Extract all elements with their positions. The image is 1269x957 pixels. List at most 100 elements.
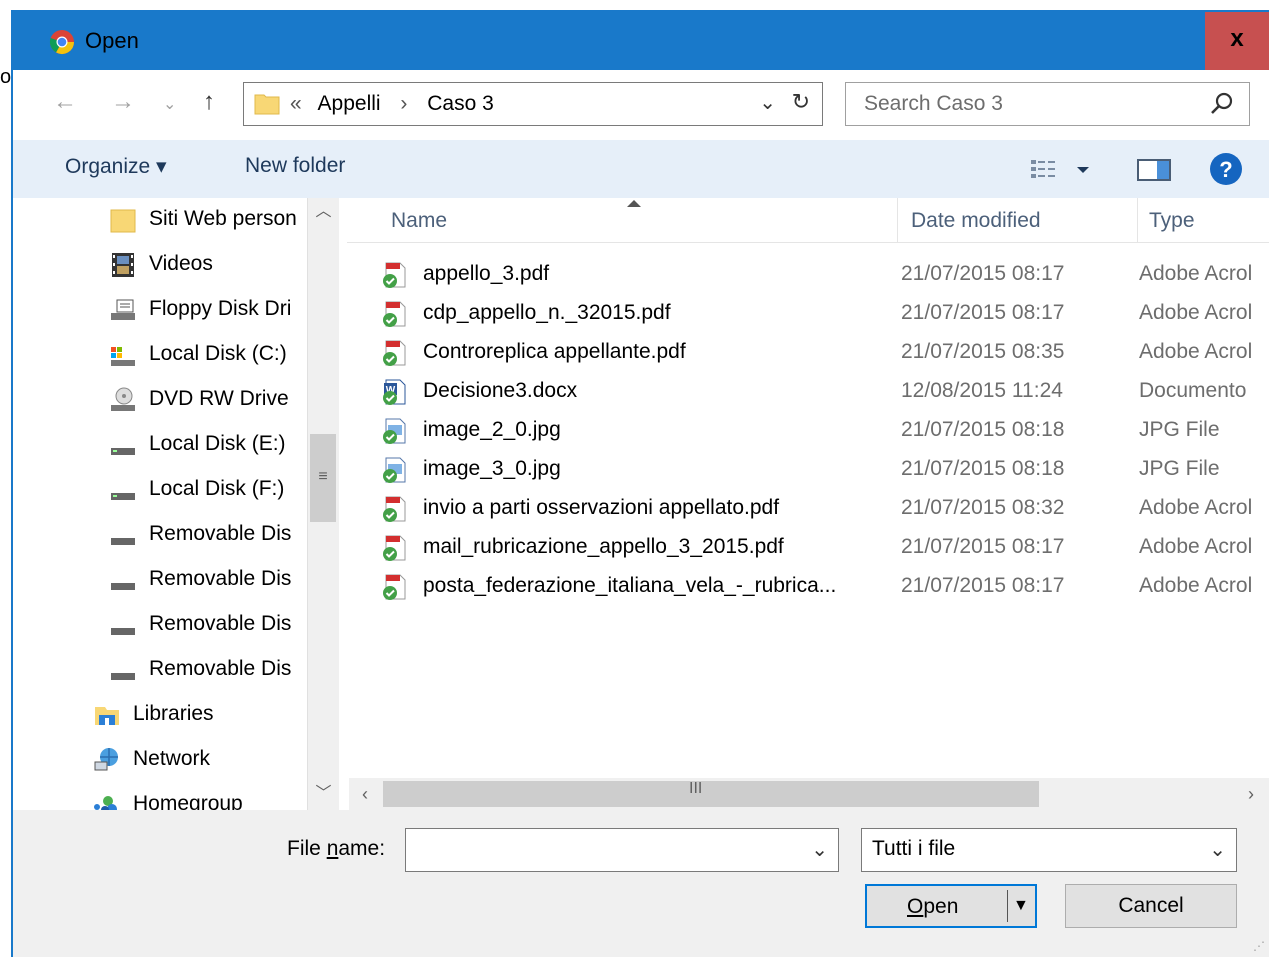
breadcrumb-separator[interactable]: › xyxy=(400,92,407,115)
file-name-label-accelerator: n xyxy=(326,837,339,860)
file-date: 21/07/2015 08:18 xyxy=(901,457,1065,480)
preview-pane-icon[interactable] xyxy=(1137,158,1171,182)
scrollbar-grip-icon: ≡ xyxy=(318,468,328,485)
file-name: image_3_0.jpg xyxy=(423,457,561,480)
drive-icon xyxy=(111,448,135,455)
forward-arrow-icon[interactable]: → xyxy=(111,88,135,116)
file-type-dropdown-icon[interactable]: ⌄ xyxy=(1209,837,1226,862)
file-name: mail_rubricazione_appello_3_2015.pdf xyxy=(423,535,784,558)
file-date: 21/07/2015 08:17 xyxy=(901,574,1065,597)
file-date: 21/07/2015 08:17 xyxy=(901,262,1065,285)
file-list-horizontal-scrollbar[interactable]: ‹ III › xyxy=(349,778,1269,810)
file-row[interactable]: image_2_0.jpg 21/07/2015 08:18 JPG File xyxy=(339,411,1269,450)
refresh-icon[interactable]: ↻ xyxy=(792,89,810,115)
file-type: Documento xyxy=(1139,379,1247,402)
nav-item-label: Removable Dis xyxy=(149,522,292,545)
nav-item-label: DVD RW Drive xyxy=(149,387,289,410)
cancel-button[interactable]: Cancel xyxy=(1065,884,1237,928)
file-row[interactable]: image_3_0.jpg 21/07/2015 08:18 JPG File xyxy=(339,450,1269,489)
image-file-icon xyxy=(383,457,406,483)
local-disk-c-icon xyxy=(111,347,135,366)
column-divider[interactable] xyxy=(1137,198,1138,242)
horizontal-scrollbar-thumb[interactable] xyxy=(383,781,1039,807)
view-options-icon[interactable] xyxy=(1029,158,1089,182)
address-row: ← → ⌄ ↑ « Appelli › Caso 3 ⌄ ↻ Search Ca… xyxy=(13,70,1269,140)
file-row[interactable]: mail_rubricazione_appello_3_2015.pdf 21/… xyxy=(339,528,1269,567)
close-button[interactable]: x xyxy=(1205,12,1269,70)
breadcrumb-overflow[interactable]: « xyxy=(290,92,302,115)
column-name[interactable]: Name xyxy=(391,209,447,233)
nav-item-label: Floppy Disk Dri xyxy=(149,297,292,320)
chrome-icon xyxy=(49,30,74,55)
nav-item-label: Siti Web person xyxy=(149,207,297,230)
file-row[interactable]: cdp_appello_n._32015.pdf 21/07/2015 08:1… xyxy=(339,294,1269,333)
removable-drive-icon xyxy=(111,538,135,545)
up-arrow-icon[interactable]: ↑ xyxy=(203,88,215,116)
file-name: appello_3.pdf xyxy=(423,262,550,285)
pdf-file-icon xyxy=(383,262,406,288)
scroll-left-icon[interactable]: ‹ xyxy=(351,780,379,808)
file-date: 21/07/2015 08:17 xyxy=(901,535,1065,558)
file-name: invio a parti osservazioni appellato.pdf xyxy=(423,496,780,519)
file-name: Decisione3.docx xyxy=(423,379,578,402)
search-placeholder: Search Caso 3 xyxy=(864,92,1003,115)
open-button[interactable]: Open ▼ xyxy=(865,884,1037,928)
file-date: 21/07/2015 08:32 xyxy=(901,496,1065,519)
nav-item-label: Local Disk (E:) xyxy=(149,432,286,455)
videos-icon xyxy=(112,253,134,277)
breadcrumb-caso-3[interactable]: Caso 3 xyxy=(427,92,494,115)
address-bar[interactable]: « Appelli › Caso 3 ⌄ ↻ xyxy=(243,82,823,126)
column-type[interactable]: Type xyxy=(1149,209,1195,233)
search-box[interactable]: Search Caso 3 xyxy=(845,82,1250,126)
scroll-right-icon[interactable]: › xyxy=(1237,780,1265,808)
file-type: Adobe Acrol xyxy=(1139,301,1253,324)
resize-grip-icon[interactable]: ⋰ xyxy=(1253,939,1265,953)
nav-item-label: Local Disk (C:) xyxy=(149,342,287,365)
file-type: Adobe Acrol xyxy=(1139,574,1253,597)
file-name: cdp_appello_n._32015.pdf xyxy=(423,301,671,324)
file-row[interactable]: posta_federazione_italiana_vela_-_rubric… xyxy=(339,567,1269,606)
scroll-down-icon[interactable]: ﹀ xyxy=(308,780,339,808)
file-name-dropdown-icon[interactable]: ⌄ xyxy=(811,837,828,862)
open-options-dropdown-icon[interactable]: ▼ xyxy=(1013,885,1029,927)
new-folder-button[interactable]: New folder xyxy=(245,154,345,178)
removable-drive-icon xyxy=(111,583,135,590)
network-icon xyxy=(94,748,118,771)
file-row[interactable]: invio a parti osservazioni appellato.pdf… xyxy=(339,489,1269,528)
breadcrumb-appelli[interactable]: Appelli xyxy=(318,92,381,115)
pdf-file-icon xyxy=(383,340,406,366)
floppy-icon xyxy=(111,299,135,320)
pdf-file-icon xyxy=(383,496,406,522)
file-row[interactable]: Controreplica appellante.pdf 21/07/2015 … xyxy=(339,333,1269,372)
image-file-icon xyxy=(383,418,406,444)
file-type: JPG File xyxy=(1139,457,1220,480)
title-bar: Open x xyxy=(13,12,1269,70)
file-name-input[interactable]: ⌄ xyxy=(405,828,839,872)
address-dropdown-icon[interactable]: ⌄ xyxy=(759,90,776,115)
file-date: 21/07/2015 08:35 xyxy=(901,340,1065,363)
navigation-scrollbar[interactable]: ︿ ≡ ﹀ xyxy=(307,198,339,810)
open-label-rest: pen xyxy=(923,895,959,918)
recent-locations-chevron-icon[interactable]: ⌄ xyxy=(163,94,176,114)
file-type: Adobe Acrol xyxy=(1139,340,1253,363)
help-icon[interactable]: ? xyxy=(1209,152,1243,186)
file-date: 21/07/2015 08:18 xyxy=(901,418,1065,441)
column-divider[interactable] xyxy=(897,198,898,242)
column-date-modified[interactable]: Date modified xyxy=(911,209,1041,233)
open-file-dialog: Open x ← → ⌄ ↑ « Appelli › Caso 3 ⌄ ↻ Se… xyxy=(11,10,1269,957)
back-arrow-icon[interactable]: ← xyxy=(53,88,77,116)
file-row[interactable]: appello_3.pdf 21/07/2015 08:17 Adobe Acr… xyxy=(339,255,1269,294)
homegroup-icon xyxy=(94,796,117,810)
svg-text:?: ? xyxy=(1219,157,1232,182)
file-type-select[interactable]: Tutti i file ⌄ xyxy=(861,828,1237,872)
file-name: Controreplica appellante.pdf xyxy=(423,340,686,363)
scroll-up-icon[interactable]: ︿ xyxy=(308,198,339,226)
organize-menu[interactable]: Organize ▾ xyxy=(65,154,167,179)
open-button-label: Open xyxy=(907,886,958,928)
dvd-drive-icon xyxy=(111,387,135,411)
drive-icon xyxy=(111,493,135,500)
folder-icon xyxy=(254,94,280,115)
nav-item-label: Network xyxy=(133,747,211,770)
file-type: Adobe Acrol xyxy=(1139,496,1253,519)
file-row[interactable]: W Decisione3.docx 12/08/2015 11:24 Docum… xyxy=(339,372,1269,411)
